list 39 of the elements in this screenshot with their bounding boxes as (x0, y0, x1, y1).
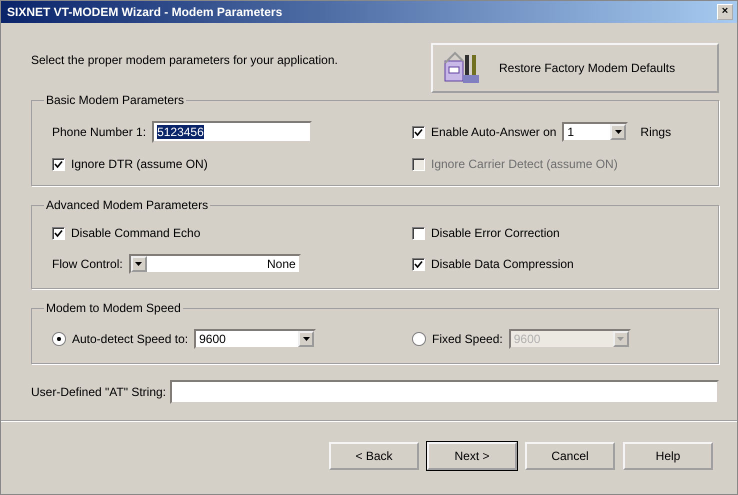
checkbox[interactable] (412, 126, 425, 138)
checkbox[interactable] (52, 226, 65, 240)
field-label: User-Defined "AT" String: (31, 385, 166, 399)
dropdown-arrow-icon (617, 337, 624, 341)
close-button[interactable]: × (717, 4, 733, 20)
wizard-button[interactable]: < Back (329, 442, 419, 470)
checkbox[interactable] (52, 158, 65, 170)
modem-icon (443, 51, 481, 85)
wizard-button[interactable]: Help (623, 442, 713, 470)
group-title: Advanced Modem Parameters (45, 198, 210, 212)
wizard-button[interactable]: Cancel (525, 442, 615, 470)
checkbox-label: Disable Command Echo (71, 226, 200, 240)
radio-button[interactable] (52, 332, 66, 346)
group-title: Basic Modem Parameters (45, 93, 186, 107)
dropdown-arrow-icon (135, 262, 142, 266)
input-field[interactable] (170, 380, 719, 404)
dropdown[interactable]: 9600 (194, 329, 316, 349)
checkbox[interactable] (412, 226, 425, 240)
dropdown[interactable]: 1 (562, 122, 628, 142)
checkbox-label: Ignore DTR (assume ON) (71, 157, 208, 171)
group-title: Modem to Modem Speed (45, 301, 182, 315)
checkbox[interactable] (412, 258, 425, 270)
field-label: Phone Number 1: (52, 125, 146, 139)
restore-defaults-button[interactable]: Restore Factory Modem Defaults (431, 43, 719, 93)
dropdown[interactable]: None (128, 254, 301, 274)
dropdown-arrow-icon (614, 130, 622, 134)
wizard-button[interactable]: Next > (427, 442, 517, 470)
checkbox-label: Disable Error Correction (431, 226, 560, 240)
checkbox-label: Enable Auto-Answer on (431, 125, 556, 139)
instruction-text: Select the proper modem parameters for your application. (31, 53, 338, 67)
radio-label: Auto-detect Speed to: (72, 332, 188, 346)
checkbox-label: Ignore Carrier Detect (assume ON) (431, 157, 618, 171)
radio-label: Fixed Speed: (432, 332, 503, 346)
dropdown-arrow-icon (302, 337, 310, 341)
field-label: Flow Control: (52, 257, 123, 271)
input-field[interactable]: 5123456 (152, 121, 312, 143)
field-label: Rings (640, 125, 672, 139)
window-title: SIXNET VT-MODEM Wizard - Modem Parameters (7, 5, 282, 19)
checkbox-label: Disable Data Compression (431, 257, 574, 271)
